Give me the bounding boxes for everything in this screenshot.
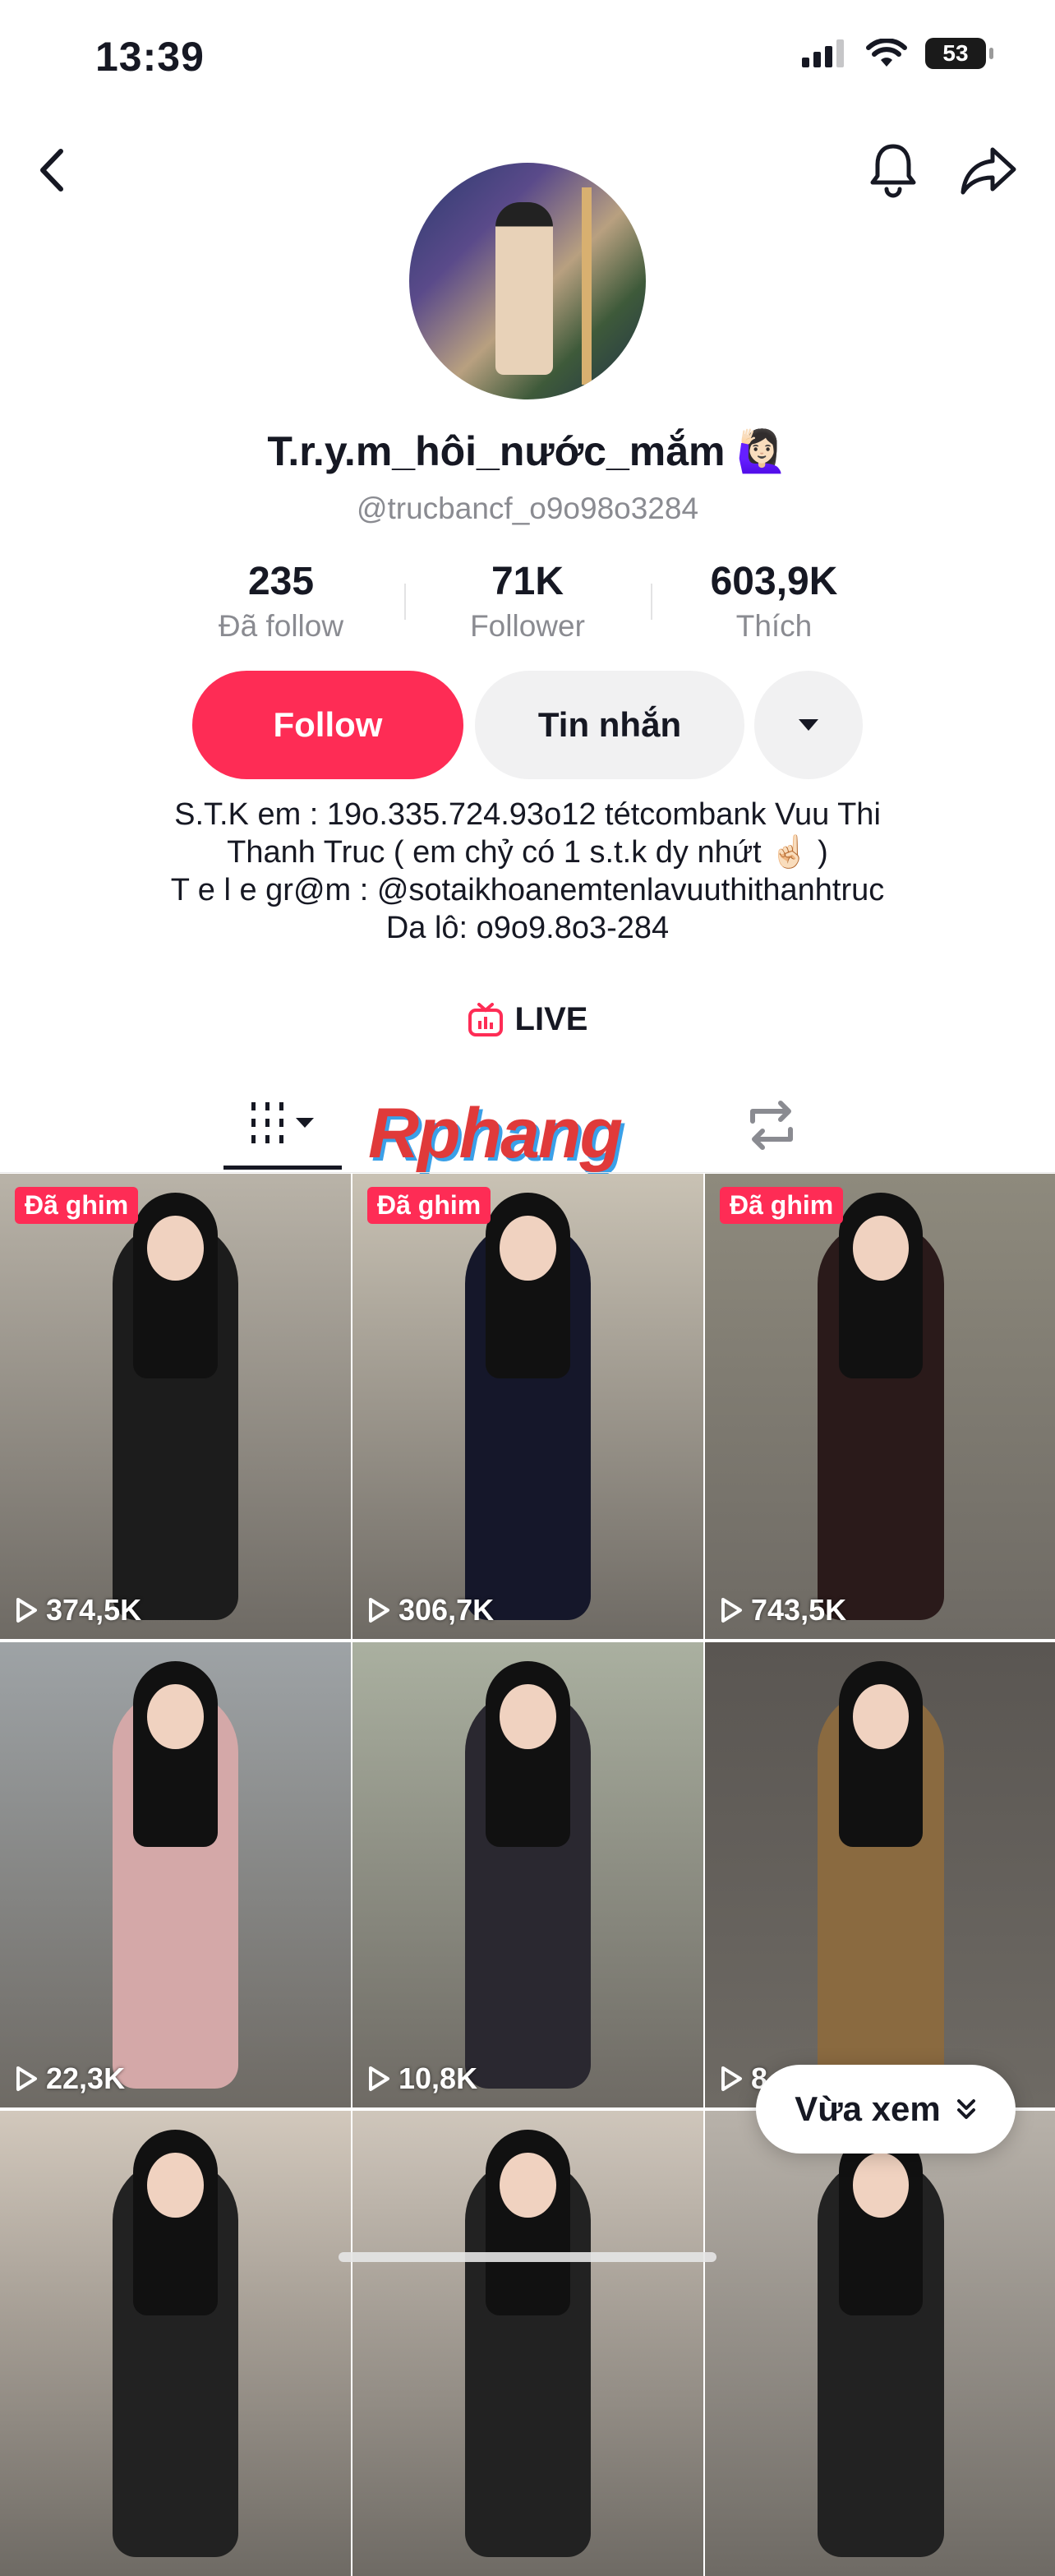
double-chevron-down-icon	[956, 2099, 975, 2119]
home-indicator	[339, 2252, 716, 2262]
bio-line: Thanh Truc ( em chỷ có 1 s.t.k dy nhứt ☝…	[227, 835, 828, 870]
display-name: T.r.y.m_hôi_nước_mắm 🙋🏻‍♀️	[267, 428, 788, 474]
more-options-button[interactable]	[754, 671, 863, 779]
bio-line: Da lô: o9o9.8o3-284	[385, 911, 670, 945]
pinned-badge: Đã ghim	[367, 1187, 491, 1224]
thumbnail-face	[147, 1215, 204, 1281]
play-icon	[369, 2066, 389, 2091]
play-icon	[369, 1598, 389, 1623]
tabs-divider	[0, 1172, 1055, 1173]
thumbnail-face	[500, 1215, 556, 1281]
bio-line: S.T.K em : 19o.335.724.93o12 tétcombank …	[174, 797, 881, 832]
play-icon	[16, 2066, 37, 2091]
status-icons: 53	[802, 38, 993, 69]
video-tile[interactable]: Đã ghim 743,5K	[705, 1174, 1055, 1639]
thumbnail-face	[852, 1215, 910, 1281]
follow-button[interactable]: Follow	[192, 671, 463, 779]
username-handle: @trucbancf_o9o98o3284	[356, 492, 699, 525]
thumbnail-face	[147, 2152, 204, 2218]
active-tab-indicator	[223, 1166, 342, 1170]
watermark: Rphang	[368, 1094, 623, 1173]
view-count: 22,3K	[15, 2061, 125, 2096]
pinned-badge: Đã ghim	[15, 1187, 139, 1224]
stat-likes: 603,9K Thích	[651, 559, 897, 644]
pinned-badge: Đã ghim	[720, 1187, 844, 1224]
view-count: 743,5K	[720, 1593, 846, 1627]
video-tile[interactable]: 8	[705, 1642, 1055, 2107]
thumbnail-face	[500, 2152, 556, 2218]
battery-indicator: 53	[925, 38, 993, 69]
bell-icon[interactable]	[864, 140, 922, 199]
play-icon	[721, 1598, 742, 1623]
video-tile[interactable]: 22,3K	[0, 1642, 351, 2107]
play-icon	[721, 2066, 742, 2091]
message-button[interactable]: Tin nhắn	[475, 671, 744, 779]
stat-followers[interactable]: 71K Follower	[404, 559, 651, 644]
thumbnail-face	[852, 1683, 910, 1750]
status-time: 13:39	[95, 34, 205, 80]
share-icon[interactable]	[958, 140, 1019, 199]
followers-count: 71K	[491, 560, 564, 603]
recently-viewed-label: Vừa xem	[795, 2089, 941, 2128]
profile-bio: S.T.K em : 19o.335.724.93o12 tétcombank …	[0, 796, 1055, 947]
stat-following[interactable]: 235 Đã follow	[158, 559, 404, 644]
video-grid-icon	[251, 1102, 283, 1143]
live-link[interactable]: LIVE	[0, 1001, 1055, 1038]
video-tile[interactable]: 10,8K	[352, 1642, 703, 2107]
following-label: Đã follow	[218, 609, 344, 643]
following-count: 235	[247, 560, 315, 603]
video-tile[interactable]: Đã ghim 306,7K	[352, 1174, 703, 1639]
view-count-label: 10,8K	[399, 2061, 478, 2095]
view-count: 10,8K	[367, 2061, 477, 2096]
thumbnail-face	[500, 1683, 556, 1750]
followers-label: Follower	[470, 609, 585, 643]
caret-down-icon	[296, 1118, 314, 1128]
likes-count: 603,9K	[710, 560, 838, 603]
view-count-label: 306,7K	[399, 1593, 495, 1627]
live-label: LIVE	[514, 1001, 588, 1037]
thumbnail-face	[147, 1683, 204, 1750]
view-count: 306,7K	[367, 1593, 494, 1627]
video-tile[interactable]	[705, 2111, 1055, 2576]
play-icon	[16, 1598, 37, 1623]
view-count: 374,5K	[15, 1593, 141, 1627]
view-count-label: 22,3K	[46, 2061, 126, 2095]
video-grid: Đã ghim 374,5K Đã ghim 306,7K Đã ghim 743,5…	[0, 1174, 1055, 2576]
back-arrow-icon[interactable]	[28, 141, 77, 199]
tab-videos[interactable]	[223, 1096, 342, 1149]
repost-icon[interactable]	[741, 1096, 802, 1154]
caret-down-icon	[799, 719, 818, 731]
thumbnail-face	[852, 2152, 910, 2218]
video-tile[interactable]: Đã ghim 374,5K	[0, 1174, 351, 1639]
bio-line: T e l e gr@m : @sotaikhoanemtenlavuuthit…	[170, 873, 885, 907]
profile-avatar[interactable]	[409, 163, 646, 399]
recently-viewed-button[interactable]: Vừa xem	[756, 2065, 1016, 2154]
view-count-label: 374,5K	[46, 1593, 142, 1627]
video-tile[interactable]	[352, 2111, 703, 2576]
wifi-icon	[866, 39, 907, 67]
view-count-label: 743,5K	[751, 1593, 847, 1627]
live-tv-icon	[468, 1002, 503, 1036]
cellular-signal-icon	[802, 39, 844, 67]
video-tile[interactable]	[0, 2111, 351, 2576]
likes-label: Thích	[735, 609, 813, 643]
